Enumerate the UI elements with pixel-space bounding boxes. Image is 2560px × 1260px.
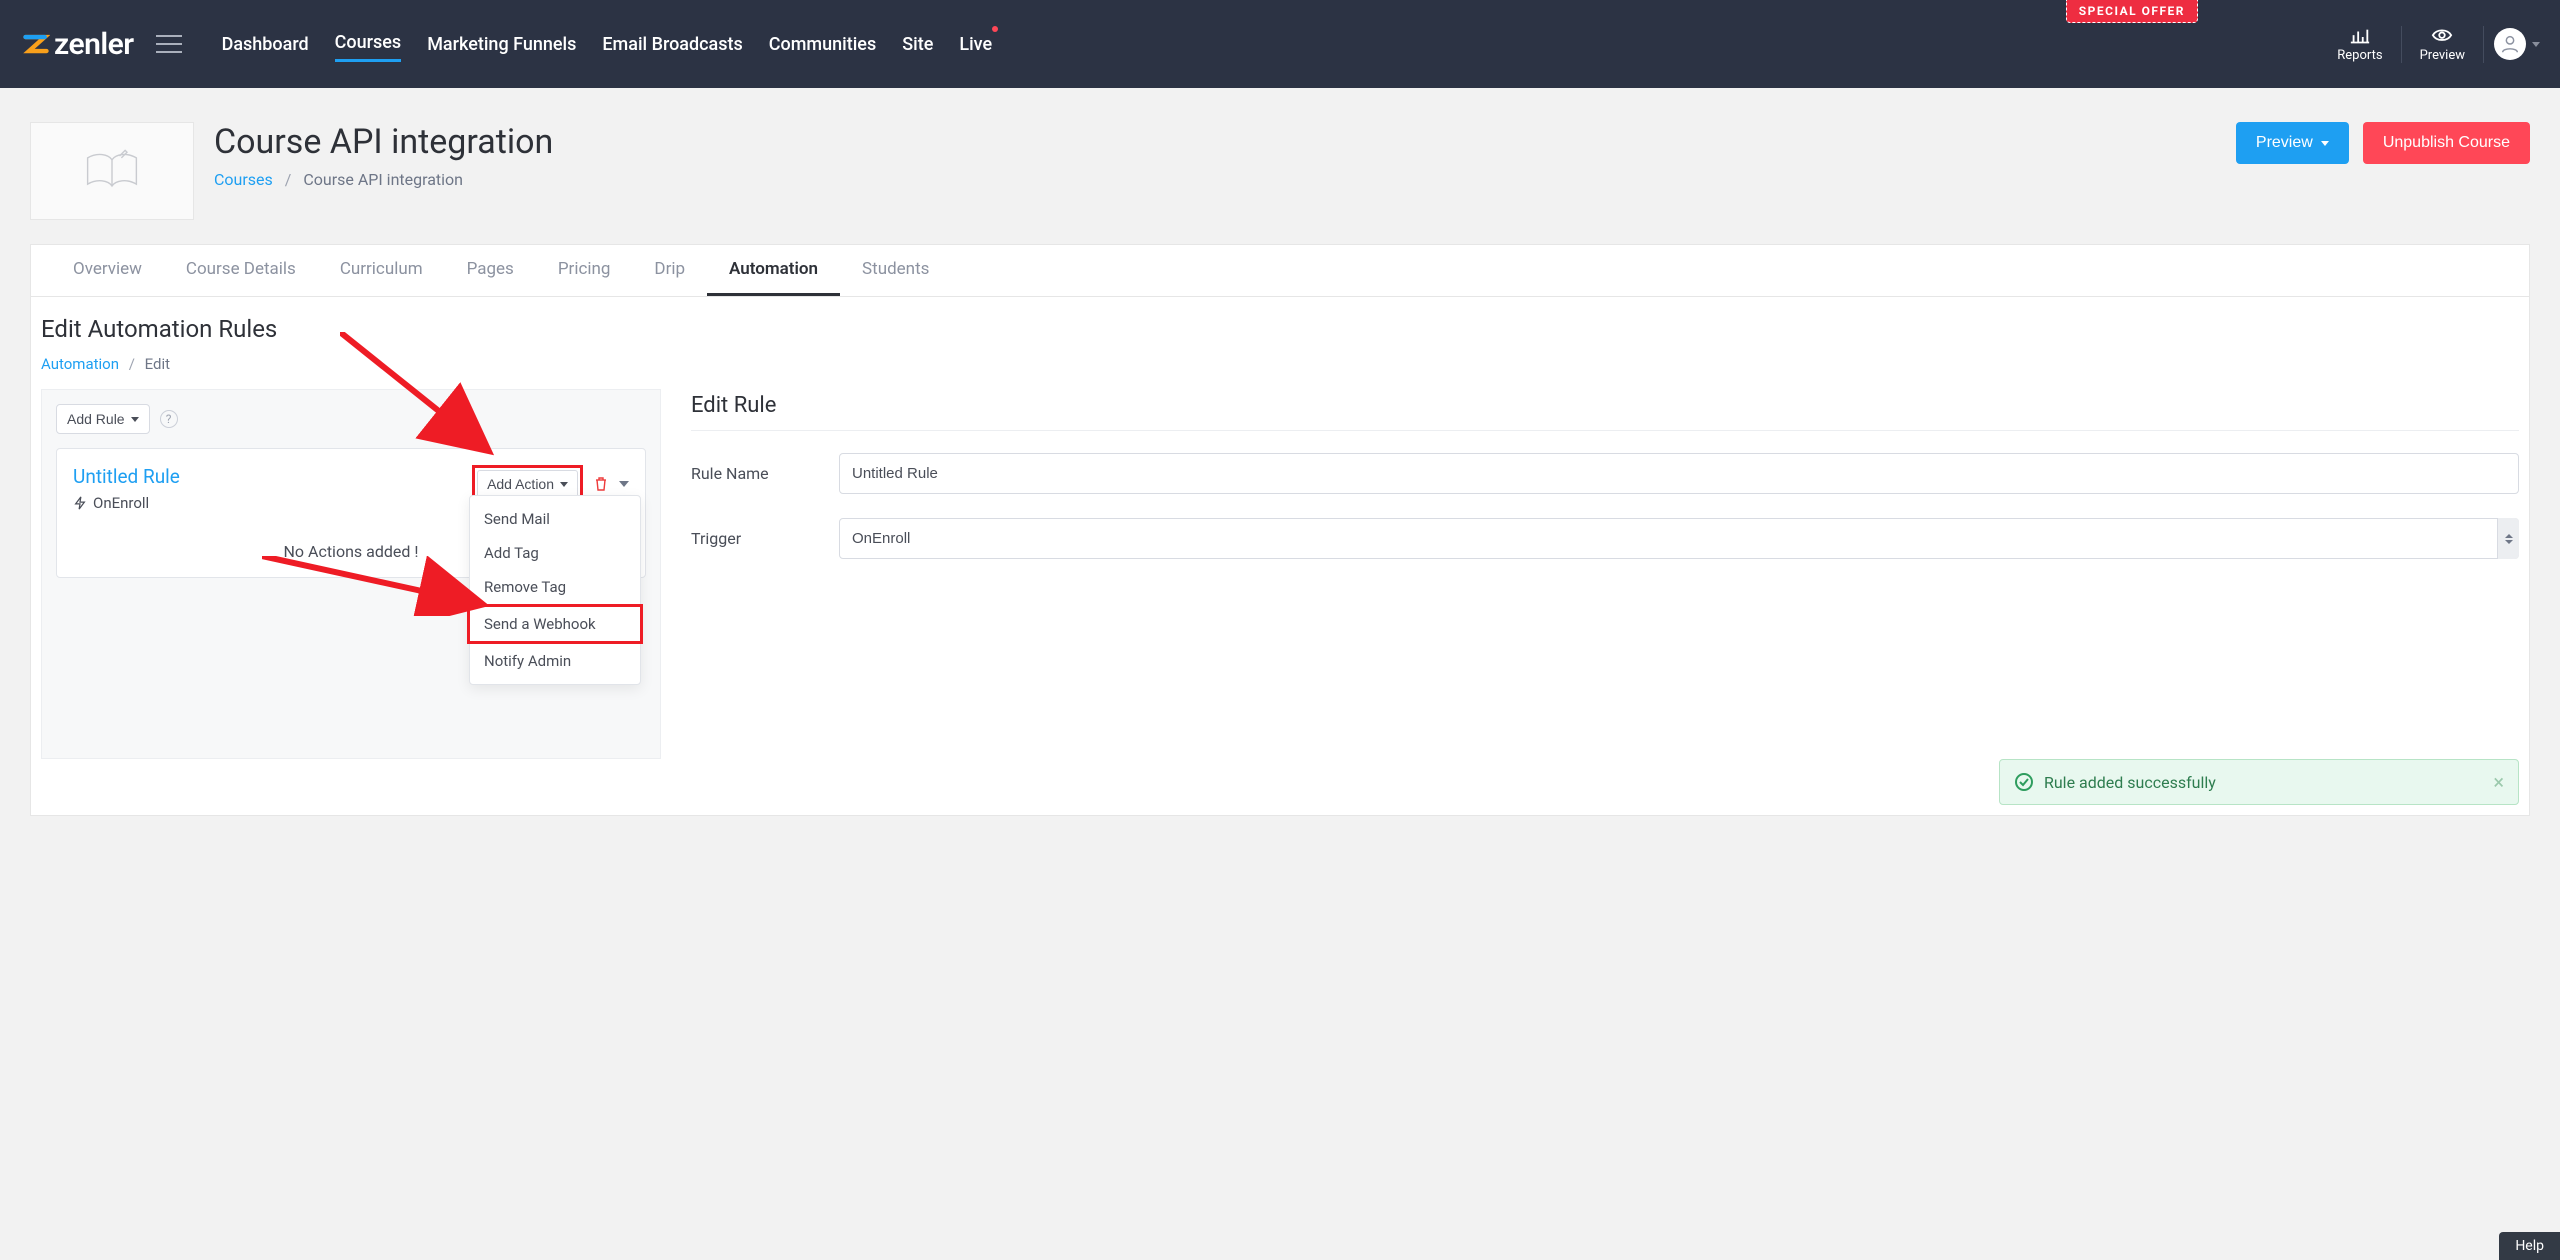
primary-nav: Dashboard Courses Marketing Funnels Emai… [222, 26, 993, 62]
rule-trigger-text: OnEnroll [93, 494, 149, 512]
breadcrumb: Courses / Course API integration [214, 170, 553, 189]
brand-name: zenler [54, 27, 134, 62]
trigger-select[interactable] [839, 518, 2519, 559]
preview-button-label: Preview [2256, 134, 2313, 152]
page-body: Course API integration Courses / Course … [0, 88, 2560, 816]
add-action-dropdown: Send Mail Add Tag Remove Tag Send a Webh… [469, 495, 641, 685]
content-breadcrumb-current: Edit [145, 355, 170, 373]
reports-label: Reports [2337, 48, 2382, 63]
avatar-icon [2494, 28, 2526, 60]
caret-down-icon [2532, 42, 2540, 47]
page-title-block: Course API integration Courses / Course … [214, 122, 553, 189]
nav-marketing-funnels[interactable]: Marketing Funnels [427, 28, 576, 61]
tab-course-details[interactable]: Course Details [164, 245, 318, 296]
content-breadcrumb-root[interactable]: Automation [41, 355, 119, 373]
rule-card-title-block: Untitled Rule OnEnroll [73, 465, 180, 512]
caret-down-icon [2321, 141, 2329, 146]
content-breadcrumb: Automation / Edit [41, 355, 2519, 373]
help-tab[interactable]: Help [2499, 1232, 2560, 1260]
rule-card: Untitled Rule OnEnroll Ad [56, 448, 646, 578]
special-offer-badge[interactable]: SPECIAL OFFER [2066, 0, 2198, 23]
brand-logo[interactable]: zenler [22, 27, 134, 62]
chevron-down-icon[interactable] [619, 481, 629, 487]
add-rule-button[interactable]: Add Rule [56, 404, 150, 434]
tab-pages[interactable]: Pages [445, 245, 536, 296]
content-panel: Edit Automation Rules Automation / Edit … [30, 296, 2530, 816]
course-tabs: Overview Course Details Curriculum Pages… [30, 244, 2530, 296]
check-circle-icon [2014, 772, 2034, 792]
tab-curriculum[interactable]: Curriculum [318, 245, 445, 296]
add-rule-label: Add Rule [67, 411, 125, 427]
tab-drip[interactable]: Drip [632, 245, 707, 296]
success-toast: Rule added successfully × [1999, 759, 2519, 805]
nav-courses[interactable]: Courses [335, 26, 402, 62]
rule-name-control [839, 453, 2519, 494]
dropdown-item-notify-admin[interactable]: Notify Admin [470, 644, 640, 678]
menu-toggle-icon[interactable] [156, 35, 182, 53]
add-rule-row: Add Rule ? [56, 404, 646, 434]
dropdown-item-send-webhook[interactable]: Send a Webhook [467, 604, 643, 644]
reports-link[interactable]: Reports [2319, 26, 2401, 63]
live-indicator-dot-icon [992, 26, 998, 32]
breadcrumb-separator: / [277, 170, 300, 189]
tab-students[interactable]: Students [840, 245, 951, 296]
caret-down-icon [131, 417, 139, 422]
bar-chart-icon [2349, 26, 2371, 44]
trigger-label: Trigger [691, 529, 839, 548]
page-title: Course API integration [214, 122, 553, 162]
open-book-icon [82, 147, 142, 195]
page-header-actions: Preview Unpublish Course [2236, 122, 2530, 164]
top-navbar: SPECIAL OFFER zenler Dashboard Courses M… [0, 0, 2560, 88]
rule-name-input[interactable] [839, 453, 2519, 494]
logo-wrap: zenler [22, 27, 182, 62]
rule-name-link[interactable]: Untitled Rule [73, 465, 180, 488]
nav-live-label: Live [959, 34, 992, 55]
preview-button[interactable]: Preview [2236, 122, 2349, 164]
form-row-trigger: Trigger [691, 518, 2519, 559]
dropdown-item-send-mail[interactable]: Send Mail [470, 502, 640, 536]
trigger-control [839, 518, 2519, 559]
rule-name-label: Rule Name [691, 464, 839, 483]
section-title: Edit Automation Rules [41, 315, 2519, 355]
tab-pricing[interactable]: Pricing [536, 245, 633, 296]
trash-icon[interactable] [593, 476, 609, 492]
user-menu[interactable] [2494, 28, 2540, 60]
toast-text: Rule added successfully [2044, 773, 2216, 792]
course-thumbnail-placeholder [30, 122, 194, 220]
dropdown-item-add-tag[interactable]: Add Tag [470, 536, 640, 570]
preview-label: Preview [2420, 48, 2465, 63]
columns: Add Rule ? Untitled Rule [41, 389, 2519, 759]
unpublish-button[interactable]: Unpublish Course [2363, 122, 2530, 164]
rules-sidebar: Add Rule ? Untitled Rule [41, 389, 661, 759]
help-icon[interactable]: ? [160, 410, 178, 428]
nav-site[interactable]: Site [902, 28, 933, 61]
close-icon[interactable]: × [2493, 772, 2504, 792]
tab-automation[interactable]: Automation [707, 245, 840, 296]
nav-dashboard[interactable]: Dashboard [222, 28, 309, 61]
rule-trigger-line: OnEnroll [73, 494, 180, 512]
edit-rule-title: Edit Rule [691, 393, 2519, 431]
navbar-right: Reports Preview [2319, 26, 2540, 63]
nav-email-broadcasts[interactable]: Email Broadcasts [602, 28, 742, 61]
form-row-rule-name: Rule Name [691, 453, 2519, 494]
breadcrumb-separator: / [123, 355, 141, 373]
preview-link[interactable]: Preview [2402, 26, 2484, 63]
dropdown-item-remove-tag[interactable]: Remove Tag [470, 570, 640, 604]
breadcrumb-current: Course API integration [303, 170, 463, 189]
add-action-label: Add Action [487, 476, 554, 492]
zenler-z-icon [22, 30, 50, 58]
breadcrumb-root-link[interactable]: Courses [214, 170, 273, 189]
eye-icon [2431, 26, 2453, 44]
select-stepper-icon[interactable] [2497, 518, 2519, 559]
lightning-bolt-icon [73, 496, 87, 510]
add-action-button[interactable]: Add Action [477, 470, 578, 498]
edit-rule-panel: Edit Rule Rule Name Trigger [691, 389, 2519, 759]
nav-live[interactable]: Live [959, 28, 992, 61]
tab-overview[interactable]: Overview [51, 245, 164, 296]
page-header: Course API integration Courses / Course … [30, 88, 2530, 244]
caret-down-icon [560, 482, 568, 487]
nav-communities[interactable]: Communities [769, 28, 876, 61]
